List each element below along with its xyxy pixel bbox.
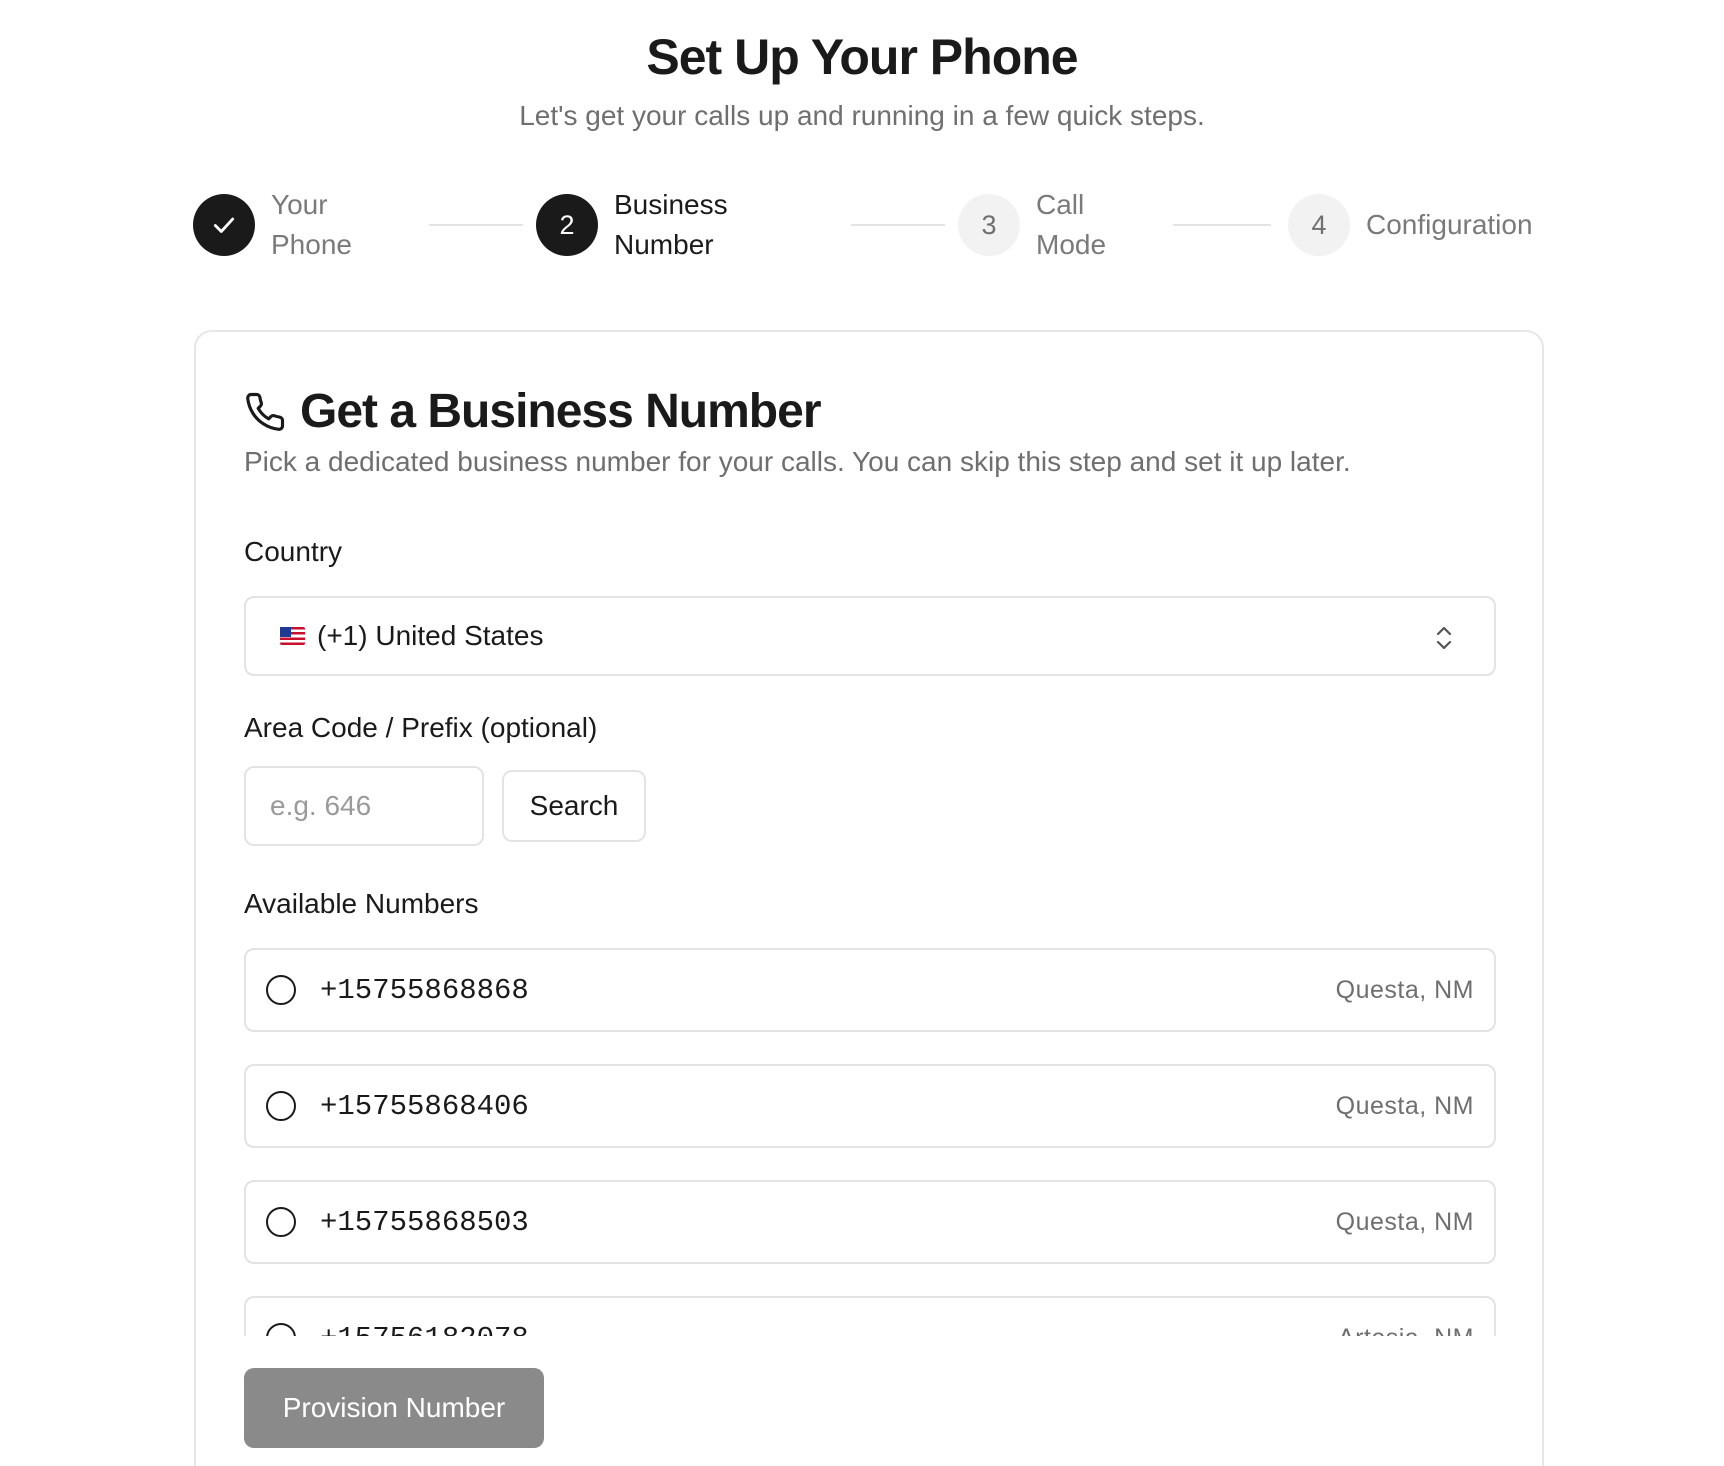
page-title: Set Up Your Phone (646, 29, 1078, 85)
step-label-line: Business (614, 189, 728, 220)
phone-number: +15756182078 (320, 1322, 529, 1337)
page-subtitle: Let's get your calls up and running in a… (519, 100, 1205, 131)
step-number: 3 (958, 194, 1020, 256)
number-location: Artesia, NM (1338, 1324, 1474, 1337)
step-connector (851, 224, 945, 226)
number-option[interactable]: +15755868868 Questa, NM (244, 948, 1496, 1032)
available-numbers-label: Available Numbers (244, 888, 479, 919)
country-select[interactable]: (+1) United States (244, 596, 1496, 676)
step-label: Business Number (614, 185, 728, 265)
phone-number: +15755868406 (320, 1089, 529, 1123)
country-selected-value: (+1) United States (317, 620, 544, 651)
step-label-line: Mode (1036, 229, 1107, 260)
search-button[interactable]: Search (502, 770, 646, 842)
step-label: Call Mode (1036, 185, 1106, 265)
radio-button[interactable] (266, 1323, 296, 1336)
phone-number: +15755868503 (320, 1205, 529, 1239)
step-label-line: Call (1036, 189, 1085, 220)
step-label-line: Phone (271, 229, 352, 260)
step-configuration[interactable]: 4 Configuration (1288, 180, 1533, 270)
radio-button[interactable] (266, 975, 296, 1005)
number-option[interactable]: +15755868406 Questa, NM (244, 1064, 1496, 1148)
card-description: Pick a dedicated business number for you… (244, 446, 1351, 477)
phone-number: +15755868868 (320, 973, 529, 1007)
step-label-line: Number (614, 229, 714, 260)
provision-number-button[interactable]: Provision Number (244, 1368, 544, 1448)
step-label: Your Phone (271, 185, 352, 265)
us-flag-icon (280, 627, 305, 645)
step-label: Configuration (1366, 205, 1533, 245)
number-location: Questa, NM (1335, 1207, 1474, 1236)
step-connector (1173, 224, 1271, 226)
card-header: Get a Business Number (244, 384, 821, 439)
available-numbers-list[interactable]: +15755868868 Questa, NM +15755868406 Que… (244, 948, 1496, 1336)
area-code-label: Area Code / Prefix (optional) (244, 712, 598, 743)
chevron-up-down-icon (1434, 624, 1454, 652)
step-number: 4 (1288, 194, 1350, 256)
step-connector (429, 224, 523, 226)
number-location: Questa, NM (1335, 1091, 1474, 1120)
checkmark-icon (193, 194, 255, 256)
phone-icon (244, 391, 286, 433)
card-title: Get a Business Number (300, 385, 821, 438)
radio-button[interactable] (266, 1091, 296, 1121)
number-option[interactable]: +15755868503 Questa, NM (244, 1180, 1496, 1264)
country-label: Country (244, 536, 343, 567)
progress-stepper: Your Phone 2 Business Number 3 Call Mode… (193, 180, 1545, 270)
step-your-phone[interactable]: Your Phone (193, 180, 352, 270)
step-label-line: Configuration (1366, 209, 1533, 240)
radio-button[interactable] (266, 1207, 296, 1237)
number-location: Questa, NM (1335, 975, 1474, 1004)
step-call-mode[interactable]: 3 Call Mode (958, 180, 1106, 270)
step-label-line: Your (271, 189, 328, 220)
business-number-card: Get a Business Number Pick a dedicated b… (194, 330, 1544, 1466)
area-code-input[interactable] (244, 766, 484, 846)
number-option[interactable]: +15756182078 Artesia, NM (244, 1296, 1496, 1336)
setup-page: Set Up Your Phone Let's get your calls u… (0, 0, 1724, 1466)
step-number: 2 (536, 194, 598, 256)
step-business-number[interactable]: 2 Business Number (536, 180, 728, 270)
